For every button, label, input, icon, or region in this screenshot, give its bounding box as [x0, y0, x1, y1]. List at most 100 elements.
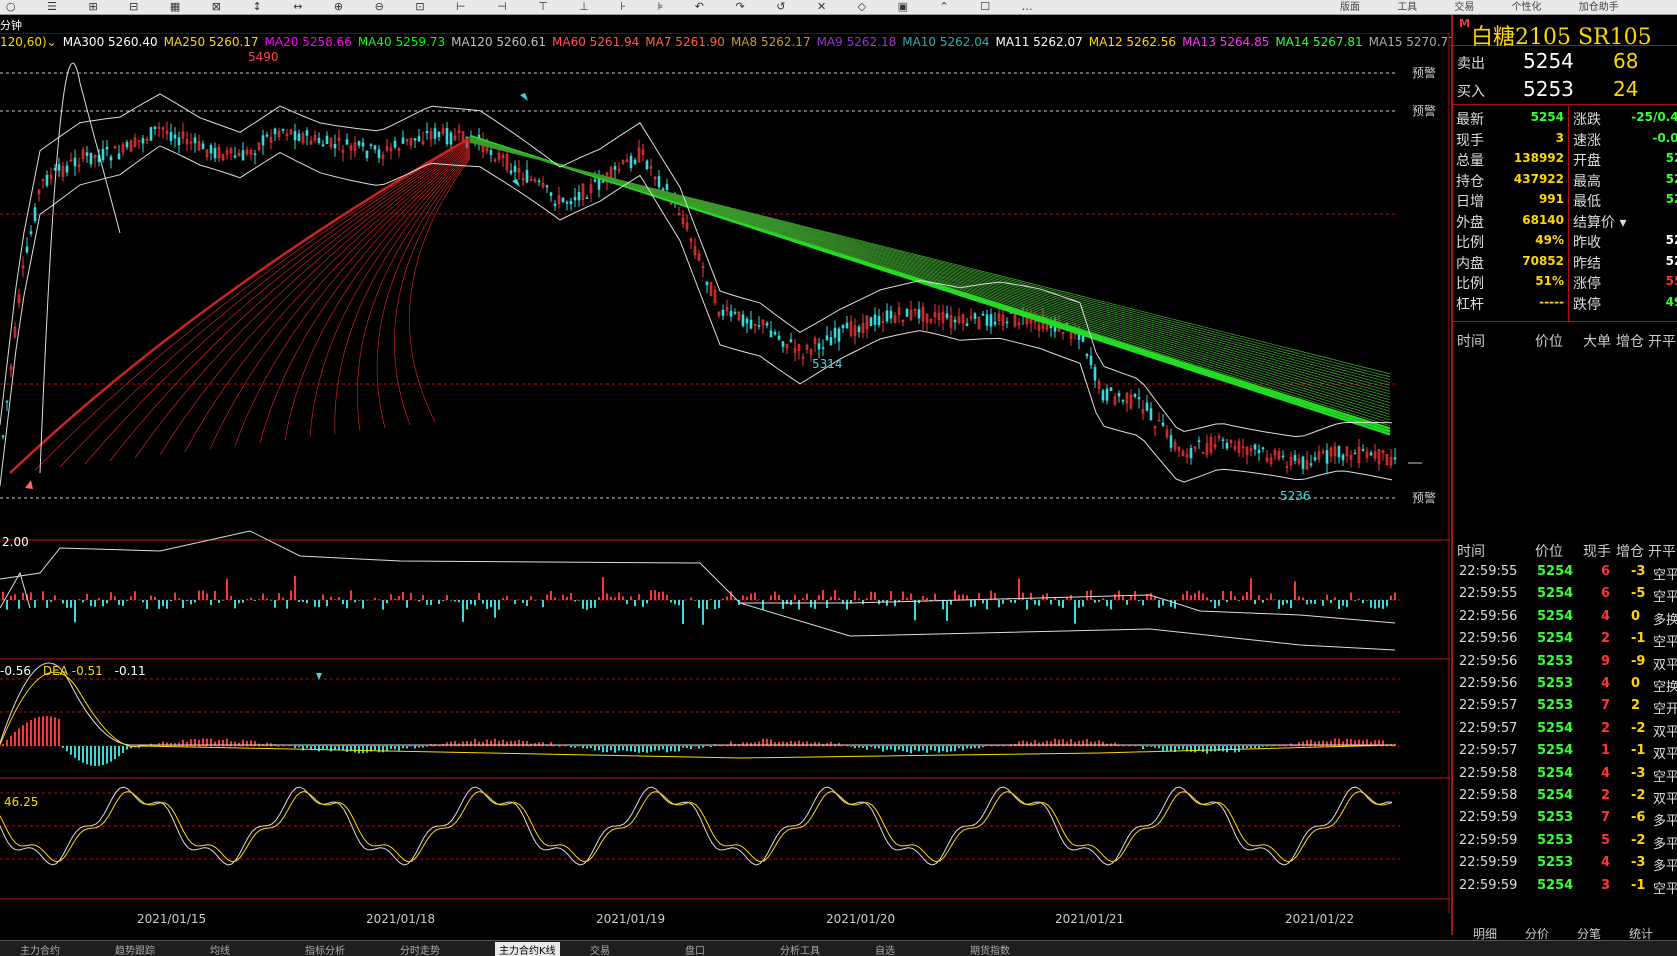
status-tab[interactable]: 趋势跟踪	[115, 942, 155, 956]
menu-personalize[interactable]: 个性化	[1512, 2, 1542, 13]
tick-volume: 4	[1601, 609, 1610, 624]
volume-bar	[1110, 600, 1112, 609]
volume-bar	[330, 597, 332, 600]
bid-volume: 24	[1613, 77, 1638, 101]
quote-label: 比例	[1456, 273, 1484, 293]
candle-body	[766, 323, 768, 325]
macd-bar	[586, 746, 588, 749]
tick-type: 空换	[1653, 676, 1677, 695]
macd-bar	[26, 722, 28, 746]
macd-bar	[50, 716, 52, 746]
macd-bar	[394, 746, 396, 749]
macd-bar	[670, 746, 672, 751]
menu-position-assistant[interactable]: 加仓助手	[1579, 2, 1619, 13]
column-header[interactable]: 增仓	[1616, 331, 1644, 351]
volume-bar	[1386, 600, 1388, 606]
ma-line	[394, 157, 470, 425]
candle-body	[630, 156, 632, 167]
tick-row: 22:59:5752542-2双平	[1453, 718, 1677, 740]
macd-bar	[1254, 746, 1256, 748]
volume-bar	[1014, 600, 1016, 603]
tick-type: 空开	[1653, 698, 1677, 717]
status-tab[interactable]: 均线	[210, 942, 230, 956]
quote-label: 持仓	[1456, 171, 1484, 191]
candle-body	[778, 336, 780, 339]
status-tab[interactable]: 主力合约K线	[495, 942, 560, 956]
kdj-d-line	[0, 792, 1392, 862]
quote-value: 3	[1556, 131, 1564, 145]
candle-body	[434, 129, 436, 139]
menu-layout[interactable]: 版面	[1340, 2, 1360, 13]
status-tab[interactable]: 分时走势	[400, 942, 440, 956]
column-header[interactable]: 开平	[1648, 541, 1676, 561]
volume-bar	[326, 600, 328, 606]
volume-bar	[254, 600, 256, 601]
candle-body	[150, 127, 152, 140]
macd-bar	[1258, 746, 1260, 748]
volume-bar	[1230, 591, 1232, 600]
macd-bar	[626, 746, 628, 751]
menu-trade[interactable]: 交易	[1454, 2, 1474, 13]
macd-bar	[126, 746, 128, 750]
volume-bar	[430, 600, 432, 605]
volume-bar	[410, 593, 412, 600]
period-selector[interactable]: 分钟	[0, 17, 22, 33]
volume-bar	[1358, 599, 1360, 600]
ma-line	[409, 158, 470, 422]
volume-bar	[630, 596, 632, 600]
column-header[interactable]: 价位	[1535, 331, 1563, 351]
status-tab[interactable]: 盘口	[685, 942, 705, 956]
tick-type: 多换	[1653, 609, 1677, 628]
tick-time: 22:59:56	[1459, 676, 1517, 691]
candle-body	[1338, 446, 1340, 457]
candle-body	[1362, 449, 1364, 450]
ask-row[interactable]: 卖出 5254 68	[1453, 48, 1677, 74]
volume-bar	[642, 600, 644, 607]
candle-body	[1106, 389, 1108, 400]
bid-row[interactable]: 买入 5253 24	[1453, 76, 1677, 102]
volume-bar	[702, 600, 704, 625]
volume-bar	[234, 600, 236, 608]
status-tab[interactable]: 主力合约	[20, 942, 60, 956]
volume-bar	[358, 600, 360, 601]
column-header[interactable]: 增仓	[1616, 541, 1644, 561]
status-tab[interactable]: 期货指数	[970, 942, 1010, 956]
candle-body	[234, 156, 236, 158]
volume-bar	[194, 600, 196, 602]
status-tab[interactable]: 指标分析	[305, 942, 345, 956]
volume-bar	[670, 600, 672, 602]
ma-line	[470, 142, 1390, 373]
column-header[interactable]: 现手	[1583, 541, 1611, 561]
macd-bar	[890, 746, 892, 750]
tick-price: 5254	[1537, 609, 1573, 624]
volume-bar	[1350, 593, 1352, 600]
column-header[interactable]: 大单	[1583, 331, 1611, 351]
toolbar-icons[interactable]: ○ ☰ ⊞ ⊟ ▦ ⊠ ↕ ↔ ⊕ ⊖ ⊡ ⊢ ⊣ ⊤ ⊥ ⊦ ⊧ ↶ ↷ ↺ …	[6, 0, 1047, 13]
volume-bar	[1342, 600, 1344, 606]
macd-bar	[298, 746, 300, 747]
candle-body	[918, 310, 920, 319]
column-header[interactable]: 时间	[1457, 541, 1485, 561]
volume-bar	[34, 600, 36, 608]
volume-bar	[1078, 600, 1080, 608]
macd-bar	[1150, 746, 1152, 747]
tick-type: 双平	[1653, 721, 1677, 740]
column-header[interactable]: 价位	[1535, 541, 1563, 561]
column-header[interactable]: 开平	[1648, 331, 1676, 351]
volume-bar	[1226, 600, 1228, 602]
candle-body	[322, 145, 324, 146]
column-header[interactable]: 时间	[1457, 331, 1485, 351]
candle-body	[614, 166, 616, 169]
status-tab[interactable]: 分析工具	[780, 942, 820, 956]
macd-bar	[866, 746, 868, 750]
macd-bar	[950, 746, 952, 751]
volume-bar	[190, 600, 192, 604]
menu-tools[interactable]: 工具	[1397, 2, 1417, 13]
status-tab[interactable]: 交易	[590, 942, 610, 956]
volume-bar	[934, 594, 936, 600]
tick-row: 22:59:5552546-5空平	[1453, 583, 1677, 605]
kline-chart[interactable]: 549053145236预警预警预警	[0, 33, 1450, 913]
status-tab[interactable]: 自选	[875, 942, 895, 956]
volume-bar	[106, 600, 108, 603]
volume-bar	[6, 600, 8, 610]
